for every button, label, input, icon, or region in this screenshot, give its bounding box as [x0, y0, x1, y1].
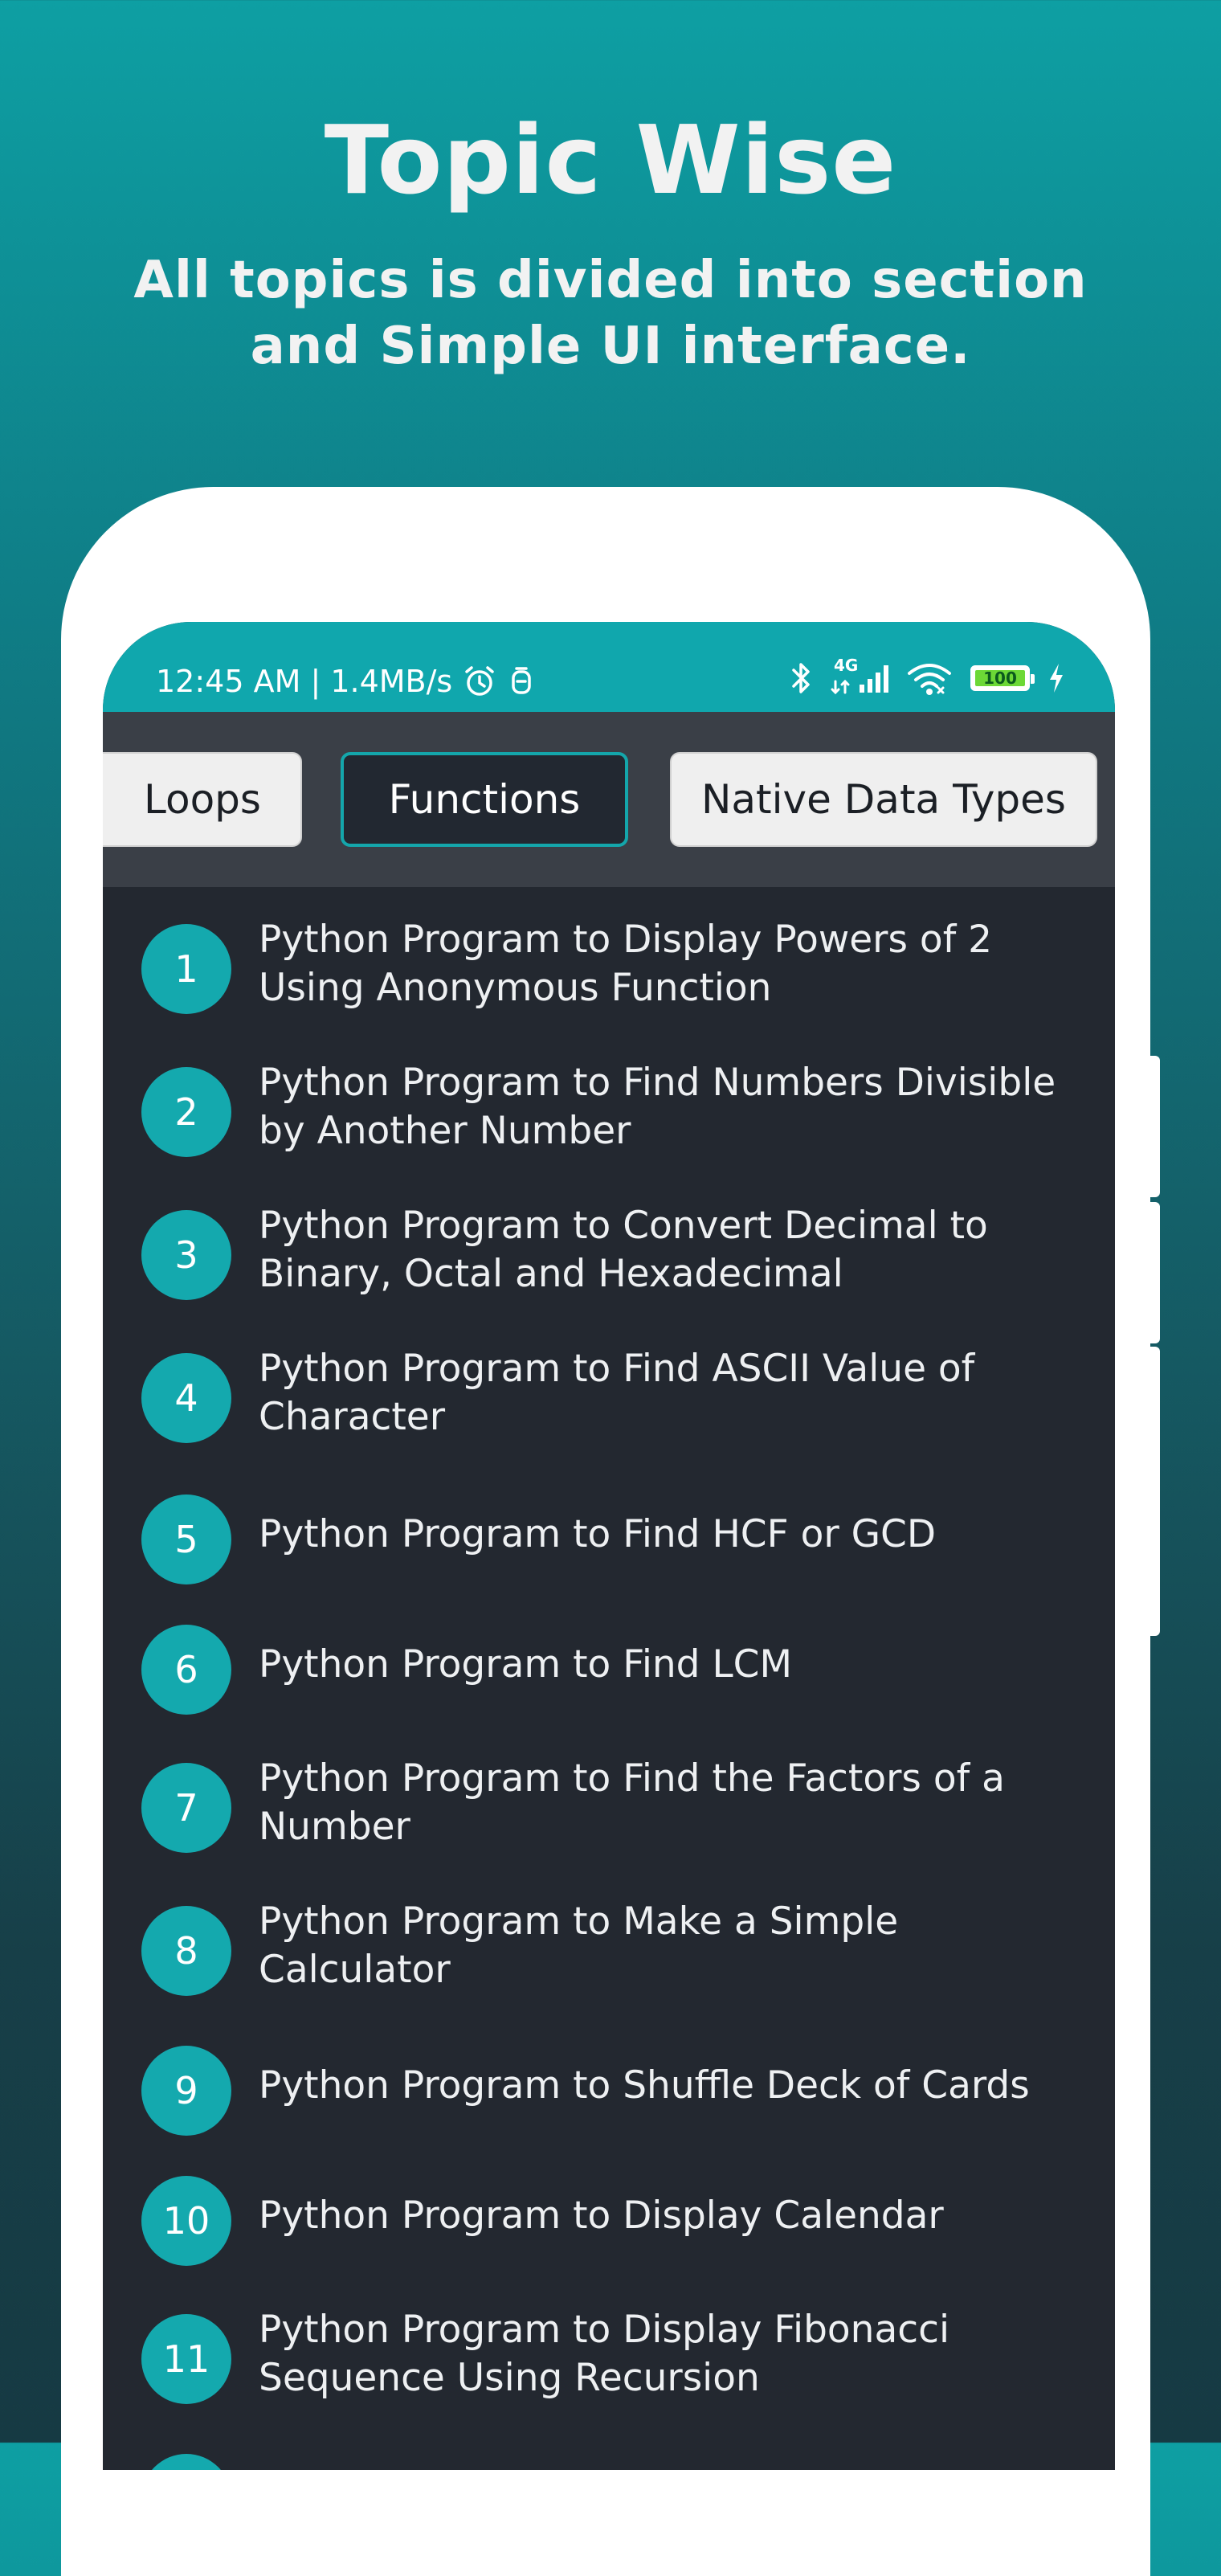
list-item[interactable]: 7 Python Program to Find the Factors of … — [103, 1726, 1115, 1854]
item-title: Python Program to Display Fibonacci Sequ… — [259, 2308, 949, 2400]
item-number-badge: 3 — [141, 1210, 231, 1300]
item-number-badge: 10 — [141, 2176, 231, 2266]
item-number-badge — [141, 2454, 231, 2470]
item-title: Python Program to Find HCF or GCD — [259, 1512, 937, 1556]
tab-native-data-types[interactable]: Native Data Types — [670, 752, 1097, 847]
item-number-badge: 8 — [141, 1906, 231, 1996]
list-item[interactable]: 9 Python Program to Shuffle Deck of Card… — [103, 2009, 1115, 2137]
list-item-partial[interactable] — [103, 2417, 1115, 2470]
phone-side-button — [1150, 1056, 1160, 1197]
item-number-badge: 9 — [141, 2046, 231, 2136]
status-right: 4G 100 — [790, 656, 1065, 696]
list-item[interactable]: 5 Python Program to Find HCF or GCD — [103, 1458, 1115, 1586]
battery-icon: 100 — [970, 665, 1035, 691]
status-bar: 12:45 AM | 1.4MB/s 4G 100 — [103, 622, 1115, 712]
item-title: Python Program to Find ASCII Value of Ch… — [259, 1347, 975, 1439]
tab-loops[interactable]: Loops — [103, 752, 302, 847]
list-item[interactable]: 3 Python Program to Convert Decimal to B… — [103, 1173, 1115, 1302]
item-title: Python Program to Display Powers of 2 Us… — [259, 918, 993, 1010]
list-item[interactable]: 11 Python Program to Display Fibonacci S… — [103, 2277, 1115, 2406]
item-number-badge: 11 — [141, 2314, 231, 2404]
alarm-icon — [462, 664, 497, 699]
wifi-icon — [906, 660, 953, 696]
item-number-badge: 6 — [141, 1625, 231, 1715]
item-number-badge: 1 — [141, 924, 231, 1014]
item-title: Python Program to Find Numbers Divisible… — [259, 1061, 1056, 1153]
battery-level: 100 — [975, 669, 1025, 688]
item-title: Python Program to Make a Simple Calculat… — [259, 1899, 899, 1992]
topic-tab-strip[interactable]: Loops Functions Native Data Types — [103, 712, 1115, 887]
status-time: 12:45 AM | 1.4MB/s — [156, 664, 453, 699]
list-item[interactable]: 8 Python Program to Make a Simple Calcul… — [103, 1869, 1115, 1997]
promo-subtitle: All topics is divided into section and S… — [133, 251, 1088, 376]
item-title: Python Program to Shuffle Deck of Cards — [259, 2063, 1030, 2108]
notification-icon — [507, 664, 536, 699]
charging-icon — [1047, 662, 1065, 694]
item-number-badge: 5 — [141, 1494, 231, 1584]
list-item[interactable]: 4 Python Program to Find ASCII Value of … — [103, 1316, 1115, 1445]
item-number-badge: 2 — [141, 1067, 231, 1157]
item-title: Python Program to Display Calendar — [259, 2194, 944, 2238]
bluetooth-icon — [790, 660, 813, 696]
status-left: 12:45 AM | 1.4MB/s — [156, 664, 536, 699]
signal-icon: 4G — [831, 656, 888, 696]
list-item[interactable]: 2 Python Program to Find Numbers Divisib… — [103, 1030, 1115, 1159]
list-item[interactable]: 10 Python Program to Display Calendar — [103, 2139, 1115, 2267]
item-title: Python Program to Find LCM — [259, 1642, 793, 1687]
network-type: 4G — [834, 656, 859, 675]
item-title: Python Program to Convert Decimal to Bin… — [259, 1204, 988, 1296]
list-item[interactable]: 1 Python Program to Display Powers of 2 … — [103, 887, 1115, 1016]
promo-title: Topic Wise — [324, 104, 897, 215]
item-number-badge: 4 — [141, 1353, 231, 1443]
phone-side-button — [1150, 1347, 1160, 1636]
tab-functions[interactable]: Functions — [341, 752, 628, 847]
phone-side-button — [1150, 1202, 1160, 1343]
list-item[interactable]: 6 Python Program to Find LCM — [103, 1588, 1115, 1716]
item-title: Python Program to Find the Factors of a … — [259, 1756, 1005, 1849]
item-number-badge: 7 — [141, 1763, 231, 1853]
phone-screen: 12:45 AM | 1.4MB/s 4G 100 Loops Function… — [103, 622, 1115, 2470]
